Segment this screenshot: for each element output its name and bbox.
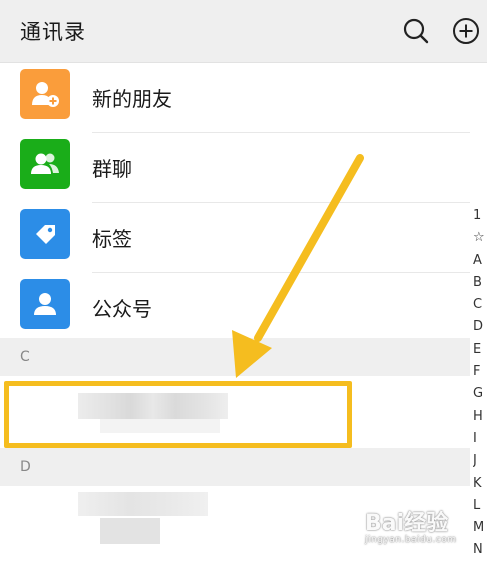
search-button[interactable] bbox=[401, 16, 431, 46]
search-icon bbox=[403, 18, 429, 44]
tag-icon bbox=[20, 209, 70, 259]
add-friend-icon bbox=[20, 69, 70, 119]
index-letter[interactable]: E bbox=[473, 339, 487, 361]
menu-item-label: 群聊 bbox=[92, 157, 132, 181]
official-account-icon bbox=[20, 279, 70, 329]
menu-item-label: 标签 bbox=[92, 227, 132, 251]
index-letter[interactable]: H bbox=[473, 406, 487, 428]
index-letter[interactable]: G bbox=[473, 383, 487, 405]
add-button[interactable] bbox=[451, 16, 481, 46]
index-letter[interactable]: B bbox=[473, 272, 487, 294]
menu-item-label: 新的朋友 bbox=[92, 87, 172, 111]
index-letter[interactable]: J bbox=[473, 450, 487, 472]
menu-item-tags[interactable]: 标签 bbox=[0, 203, 470, 273]
highlight-box bbox=[4, 381, 352, 448]
index-letter[interactable]: F bbox=[473, 361, 487, 383]
section-letter: D bbox=[20, 459, 31, 475]
menu-item-label: 公众号 bbox=[92, 297, 152, 321]
contact-name-blurred bbox=[78, 492, 208, 516]
menu-item-new-friends[interactable]: 新的朋友 bbox=[0, 63, 470, 133]
top-bar: 通讯录 bbox=[0, 0, 487, 63]
index-letter[interactable]: D bbox=[473, 316, 487, 338]
watermark-brand: Bai经验 bbox=[365, 511, 449, 536]
index-letter[interactable]: A bbox=[473, 250, 487, 272]
section-header-c: C bbox=[0, 338, 470, 376]
index-letter[interactable]: C bbox=[473, 294, 487, 316]
contact-detail-blurred bbox=[100, 518, 160, 544]
page-title: 通讯录 bbox=[20, 20, 86, 44]
index-letter[interactable]: K bbox=[473, 473, 487, 495]
watermark: Bai经验 jingyan.baidu.com bbox=[365, 505, 477, 549]
index-letter[interactable]: I bbox=[473, 428, 487, 450]
menu-item-official-accounts[interactable]: 公众号 bbox=[0, 273, 470, 343]
watermark-url: jingyan.baidu.com bbox=[365, 535, 457, 545]
index-letter[interactable]: ☆ bbox=[473, 227, 487, 249]
section-letter: C bbox=[20, 349, 30, 365]
group-chat-icon bbox=[20, 139, 70, 189]
index-letter[interactable]: 1 bbox=[473, 205, 487, 227]
plus-circle-icon bbox=[453, 18, 479, 44]
menu-item-group-chats[interactable]: 群聊 bbox=[0, 133, 470, 203]
section-header-d: D bbox=[0, 448, 470, 486]
